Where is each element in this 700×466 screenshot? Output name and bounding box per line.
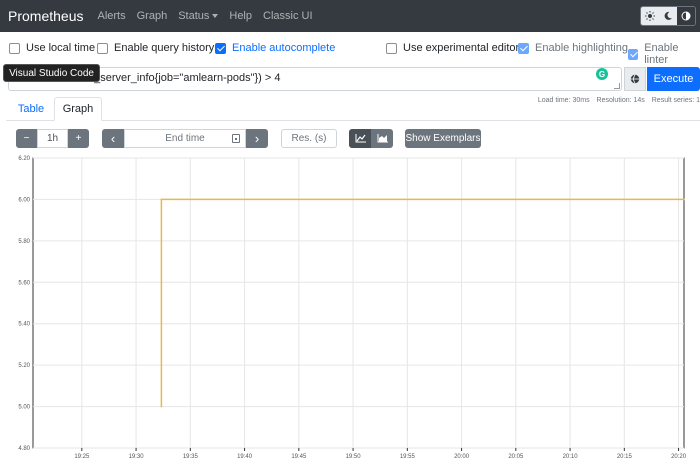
query-history-label: Enable query history xyxy=(114,42,215,54)
resolution: Resolution: 14s xyxy=(596,97,645,104)
show-exemplars-button[interactable]: Show Exemplars xyxy=(405,129,481,148)
stacked-chart-button[interactable] xyxy=(371,129,393,148)
resize-handle-icon[interactable] xyxy=(614,83,620,89)
x-tick-label: 19:30 xyxy=(129,454,145,460)
y-tick-label: 5.40 xyxy=(18,322,30,328)
x-axis-ticks: 19:25 19:30 19:35 19:40 19:45 19:50 19:55 20:00… xyxy=(74,448,687,460)
y-axis-ticks: 6.20 6.00 5.80 5.60 5.40 5.20 5.00 4.80 xyxy=(18,156,30,452)
line-chart-icon xyxy=(355,134,366,143)
brand-title[interactable]: Prometheus xyxy=(8,8,83,24)
expression-text[interactable]: n_server_info{job="amlearn-pods"}) > 4 xyxy=(88,69,280,87)
plot-area xyxy=(32,157,685,449)
linter-checkbox[interactable] xyxy=(628,48,639,60)
x-tick-label: 20:20 xyxy=(671,454,687,460)
use-local-time-option[interactable]: Use local time xyxy=(9,42,95,54)
query-history-option[interactable]: Enable query history xyxy=(97,42,214,54)
nav-classic-ui[interactable]: Classic UI xyxy=(263,10,313,22)
calendar-icon[interactable] xyxy=(232,134,240,143)
x-tick-label: 20:10 xyxy=(563,454,579,460)
globe-icon xyxy=(630,74,640,84)
use-local-time-checkbox[interactable] xyxy=(9,42,20,54)
next-time-button[interactable]: › xyxy=(246,129,268,148)
x-tick-label: 19:45 xyxy=(291,454,307,460)
decrease-range-button[interactable]: − xyxy=(16,129,37,148)
tab-graph[interactable]: Graph xyxy=(54,97,102,121)
series-point[interactable] xyxy=(160,405,163,408)
end-time-input[interactable]: End time xyxy=(124,129,246,148)
load-time: Load time: 30ms xyxy=(537,97,590,104)
x-tick-label: 19:40 xyxy=(237,454,253,460)
nav-status-label: Status xyxy=(178,10,210,22)
moon-icon[interactable] xyxy=(659,7,677,25)
query-history-checkbox[interactable] xyxy=(97,42,108,54)
series-point[interactable] xyxy=(160,198,163,201)
y-tick-label: 5.60 xyxy=(18,280,30,286)
vscode-tooltip: Visual Studio Code xyxy=(3,64,100,82)
range-input[interactable]: 1h xyxy=(37,129,68,148)
linter-label: Enable linter xyxy=(644,42,679,66)
chart-mode-group xyxy=(349,129,393,148)
nav-status[interactable]: Status xyxy=(178,10,219,22)
query-stats: Load time: 30ms Resolution: 14s Result s… xyxy=(533,97,700,104)
highlighting-label: Enable highlighting xyxy=(535,42,628,54)
grammarly-icon[interactable]: G xyxy=(596,68,608,80)
y-tick-label: 5.80 xyxy=(18,239,30,245)
x-tick-label: 20:00 xyxy=(454,454,470,460)
x-tick-label: 20:05 xyxy=(508,454,524,460)
navbar: Prometheus Alerts Graph Status Help Clas… xyxy=(0,0,700,32)
nav-alerts[interactable]: Alerts xyxy=(97,10,125,22)
caret-down-icon xyxy=(212,14,219,18)
resolution-input[interactable]: Res. (s) xyxy=(281,129,337,148)
result-series: Result series: 1 xyxy=(651,97,700,104)
prev-time-button[interactable]: ‹ xyxy=(102,129,124,148)
highlighting-option[interactable]: Enable highlighting xyxy=(518,42,628,54)
linter-option[interactable]: Enable linter xyxy=(628,42,700,66)
nav-graph[interactable]: Graph xyxy=(137,10,168,22)
line-chart-button[interactable] xyxy=(349,129,371,148)
autocomplete-checkbox[interactable] xyxy=(215,42,226,54)
y-tick-label: 5.20 xyxy=(18,363,30,369)
theme-toggle-group xyxy=(640,6,696,26)
graph-chart: 6.206.005.805.605.405.205.004.80 19:25 19… xyxy=(18,156,687,460)
x-tick-label: 19:55 xyxy=(400,454,416,460)
x-tick-label: 20:15 xyxy=(617,454,633,460)
y-tick-label: 4.80 xyxy=(18,446,30,452)
area-chart-icon xyxy=(377,134,388,143)
y-tick-label: 6.20 xyxy=(18,156,30,162)
experimental-editor-option[interactable]: Use experimental editor xyxy=(386,42,519,54)
highlighting-checkbox[interactable] xyxy=(518,42,529,54)
y-tick-label: 6.00 xyxy=(18,197,30,203)
experimental-editor-checkbox[interactable] xyxy=(386,42,397,54)
contrast-icon[interactable] xyxy=(677,7,695,25)
execute-button[interactable]: Execute xyxy=(647,67,700,91)
end-time-placeholder: End time xyxy=(165,133,205,144)
tab-table[interactable]: Table xyxy=(8,97,54,121)
y-tick-label: 5.00 xyxy=(18,405,30,411)
metrics-explorer-button[interactable] xyxy=(624,67,646,91)
x-tick-label: 19:50 xyxy=(346,454,362,460)
autocomplete-option[interactable]: Enable autocomplete xyxy=(215,42,335,54)
sun-icon[interactable] xyxy=(641,7,659,25)
x-tick-label: 19:25 xyxy=(74,454,90,460)
use-local-time-label: Use local time xyxy=(26,42,96,54)
nav-help[interactable]: Help xyxy=(229,10,252,22)
autocomplete-label: Enable autocomplete xyxy=(232,42,336,54)
series-point[interactable] xyxy=(683,198,685,201)
tabs-divider xyxy=(6,120,700,121)
experimental-editor-label: Use experimental editor xyxy=(403,42,520,54)
x-tick-label: 19:35 xyxy=(183,454,199,460)
increase-range-button[interactable]: + xyxy=(68,129,89,148)
